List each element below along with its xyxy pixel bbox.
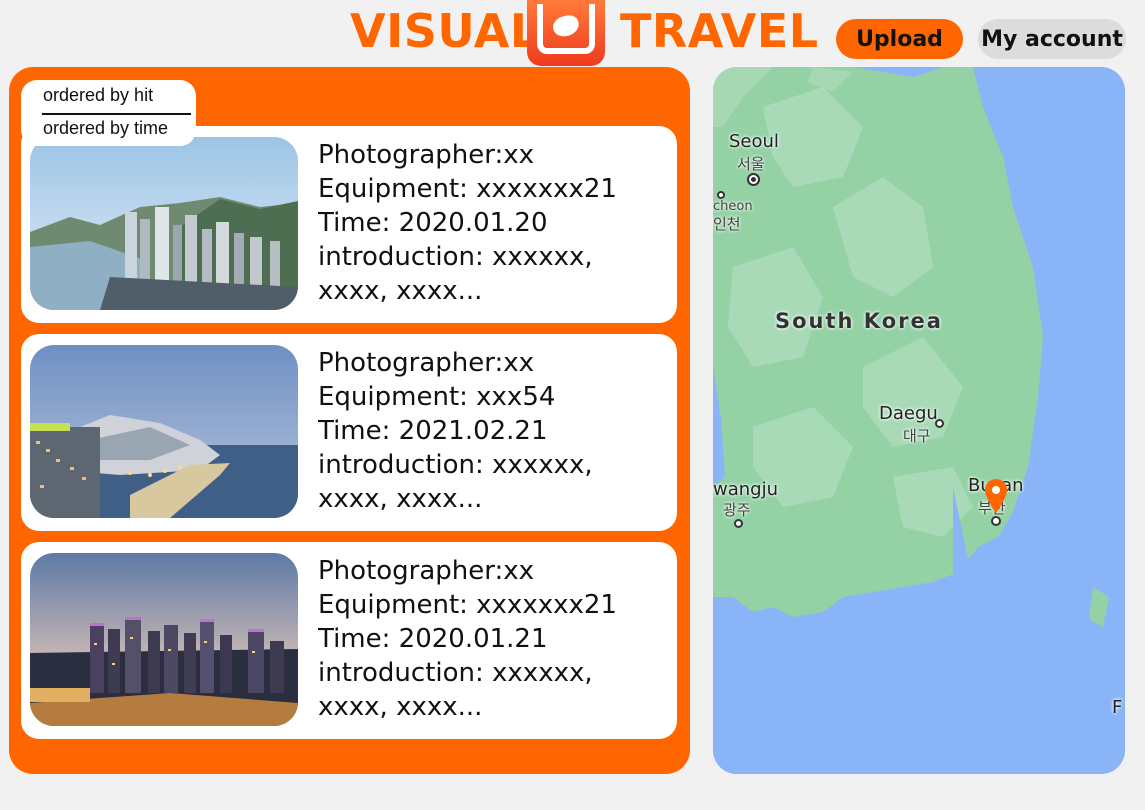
city-marker[interactable]	[749, 175, 758, 184]
photo-thumbnail[interactable]	[30, 345, 298, 518]
map-label-gwangju: wangju	[713, 479, 778, 500]
sort-option-hit[interactable]: ordered by hit	[43, 85, 153, 106]
map-label-seoul-ko: 서울	[737, 155, 765, 173]
time-text: Time: 2020.01.20	[318, 208, 548, 238]
header: VISUAL TRAVEL Upload My account	[0, 0, 1145, 66]
photo-thumbnail[interactable]	[30, 553, 298, 726]
photo-card[interactable]: Photographer:xx Equipment: xxx54 Time: 2…	[21, 334, 677, 531]
time-text: Time: 2021.02.21	[318, 416, 548, 446]
photo-card[interactable]: Photographer:xx Equipment: xxxxxxx21 Tim…	[21, 126, 677, 323]
upload-button[interactable]: Upload	[836, 19, 963, 59]
camera-logo-icon[interactable]	[527, 0, 605, 66]
introduction-text: introduction: xxxxxx, xxxx, xxxx...	[318, 658, 593, 722]
map-label-incheon: cheon	[713, 199, 753, 214]
equipment-text: Equipment: xxxxxxx21	[318, 174, 617, 204]
brand-title-right: TRAVEL	[620, 4, 819, 58]
city-marker[interactable]	[717, 191, 725, 199]
sort-divider	[42, 113, 191, 115]
sort-dropdown[interactable]: ordered by hit ordered by time	[21, 80, 196, 146]
introduction-text: introduction: xxxxxx, xxxx, xxxx...	[318, 450, 593, 514]
map-label-daegu: Daegu	[879, 403, 938, 424]
city-marker[interactable]	[734, 519, 743, 528]
photographer-text: Photographer:xx	[318, 556, 535, 586]
photographer-text: Photographer:xx	[318, 348, 535, 378]
map-label-gwangju-ko: 광주	[723, 501, 751, 519]
photo-card[interactable]: Photographer:xx Equipment: xxxxxxx21 Tim…	[21, 542, 677, 739]
map-label-edge: F	[1112, 697, 1123, 718]
map-label-daegu-ko: 대구	[903, 427, 931, 445]
map-pin-icon[interactable]	[985, 479, 1007, 513]
map-view[interactable]: Seoul 서울 cheon 인천 South Korea Daegu 대구 w…	[713, 67, 1125, 774]
photographer-text: Photographer:xx	[318, 140, 535, 170]
photo-details: Photographer:xx Equipment: xxxxxxx21 Tim…	[318, 138, 663, 308]
map-label-seoul: Seoul	[729, 131, 779, 152]
introduction-text: introduction: xxxxxx, xxxx, xxxx...	[318, 242, 593, 306]
photo-thumbnail[interactable]	[30, 137, 298, 310]
brand-title-left: VISUAL	[350, 4, 540, 58]
photo-details: Photographer:xx Equipment: xxx54 Time: 2…	[318, 346, 663, 516]
time-text: Time: 2020.01.21	[318, 624, 548, 654]
city-marker[interactable]	[935, 419, 944, 428]
city-marker[interactable]	[991, 516, 1001, 526]
sort-option-time[interactable]: ordered by time	[43, 118, 168, 139]
my-account-button[interactable]: My account	[978, 19, 1126, 59]
photo-details: Photographer:xx Equipment: xxxxxxx21 Tim…	[318, 554, 663, 724]
equipment-text: Equipment: xxx54	[318, 382, 556, 412]
equipment-text: Equipment: xxxxxxx21	[318, 590, 617, 620]
map-label-incheon-ko: 인천	[713, 215, 741, 233]
map-label-country: South Korea	[775, 309, 943, 333]
